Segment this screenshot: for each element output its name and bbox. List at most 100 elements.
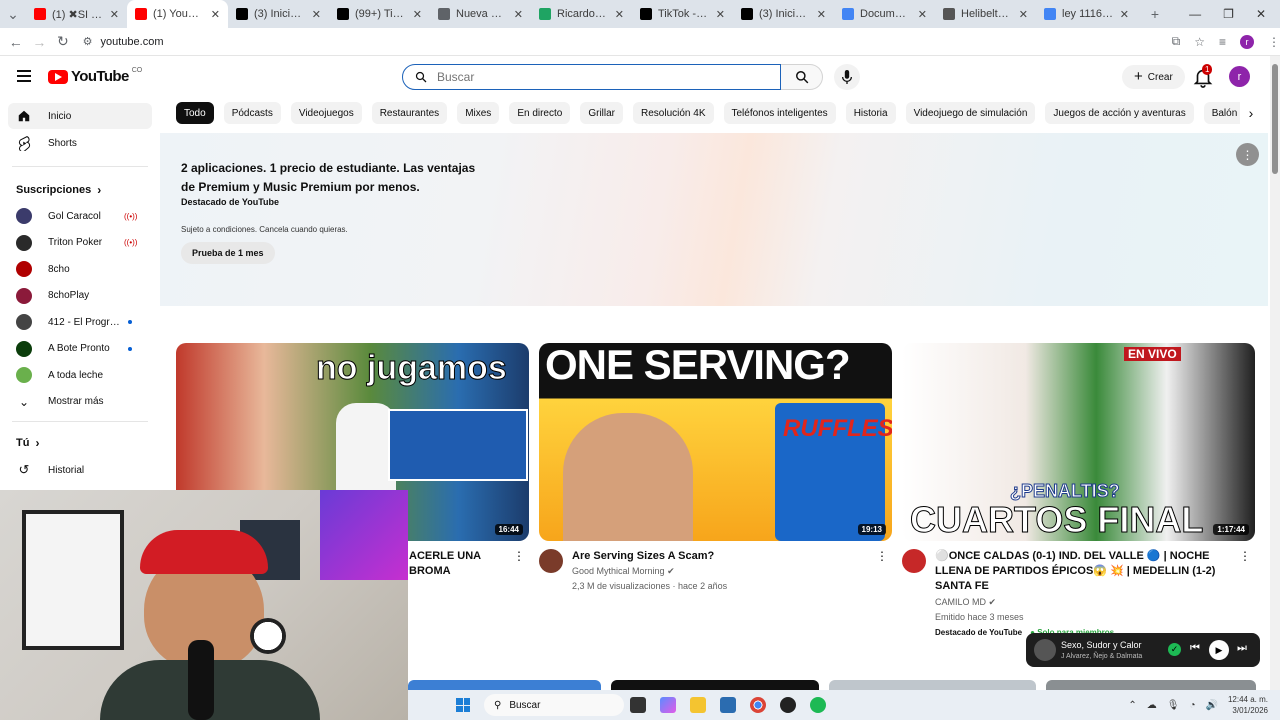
file-explorer-icon[interactable]: [690, 697, 706, 713]
cloud-icon[interactable]: ☁: [1147, 700, 1157, 711]
close-tab-icon[interactable]: ✕: [817, 8, 826, 21]
tab-search-icon[interactable]: ⌄: [0, 2, 26, 26]
music-mini-player[interactable]: Sexo, Sudor y Calor J Alvarez, Ñejo & Da…: [1026, 633, 1260, 667]
filter-chip[interactable]: Pódcasts: [223, 102, 281, 124]
chevron-right-icon[interactable]: ›: [1240, 102, 1262, 124]
volume-icon[interactable]: 🔊: [1206, 700, 1218, 711]
browser-tab[interactable]: (1) ✖SI TE RÍE ✕: [26, 0, 127, 28]
windows-start-icon[interactable]: [456, 698, 470, 712]
search-button[interactable]: [781, 64, 823, 90]
browser-tab[interactable]: ley 1116 de 20 ✕: [1036, 0, 1137, 28]
browser-tab[interactable]: RicardoEscobar ✕: [531, 0, 632, 28]
video-card[interactable]: ONE SERVING? RUFFLES 19:13 Are Serving S…: [539, 343, 892, 594]
install-icon[interactable]: ⧉: [1172, 34, 1181, 49]
new-tab-button[interactable]: +: [1143, 2, 1167, 26]
account-avatar[interactable]: r: [1229, 66, 1250, 87]
close-tab-icon[interactable]: ✕: [110, 8, 119, 21]
liked-check-icon[interactable]: ✓: [1168, 643, 1181, 656]
browser-tab[interactable]: TikTok - Make ✕: [632, 0, 733, 28]
sidebar-item-historial[interactable]: ↺ Historial: [0, 457, 160, 484]
video-menu-icon[interactable]: ⋮: [513, 549, 525, 563]
filter-chip[interactable]: Resolución 4K: [633, 102, 714, 124]
video-menu-icon[interactable]: ⋮: [876, 549, 888, 563]
search-box[interactable]: [402, 64, 781, 90]
subscription-item[interactable]: A Bote Pronto: [0, 336, 160, 363]
create-button[interactable]: + Crear: [1122, 65, 1185, 89]
reading-list-icon[interactable]: ≡: [1219, 35, 1226, 49]
close-tab-icon[interactable]: ✕: [312, 8, 321, 21]
video-thumbnail[interactable]: [1046, 680, 1256, 690]
video-title[interactable]: Are Serving Sizes A Scam?: [572, 549, 872, 564]
bookmark-star-icon[interactable]: ☆: [1194, 35, 1205, 49]
youtube-logo[interactable]: YouTube CO: [48, 67, 142, 85]
more-options-icon[interactable]: ⋮: [1236, 143, 1259, 166]
search-input[interactable]: [437, 70, 737, 84]
subscription-item[interactable]: 8choPlay: [0, 283, 160, 310]
video-thumbnail[interactable]: [829, 680, 1036, 690]
subscription-item[interactable]: Gol Caracol ((•)): [0, 203, 160, 230]
video-thumbnail[interactable]: [408, 680, 601, 690]
task-view-icon[interactable]: [630, 697, 646, 713]
channel-name[interactable]: CAMILO MD: [935, 597, 986, 607]
next-track-icon[interactable]: ⏭: [1237, 642, 1247, 655]
filter-chip[interactable]: En directo: [509, 102, 571, 124]
minimize-icon[interactable]: —: [1189, 7, 1201, 21]
spotify-icon[interactable]: [810, 697, 826, 713]
browser-menu-icon[interactable]: ⋮: [1268, 35, 1280, 49]
browser-tab[interactable]: Nueva pestaña ✕: [430, 0, 531, 28]
reload-icon[interactable]: ↻: [51, 30, 75, 54]
subscription-item[interactable]: 412 - El Program...: [0, 309, 160, 336]
profile-avatar[interactable]: r: [1240, 34, 1254, 49]
chrome-icon[interactable]: [750, 697, 766, 713]
browser-tab[interactable]: Documento sin ✕: [834, 0, 935, 28]
channel-avatar[interactable]: [902, 549, 926, 573]
forward-icon[interactable]: →: [28, 30, 52, 54]
wifi-icon[interactable]: ◔: [1189, 700, 1195, 711]
show-more-button[interactable]: ⌄ Mostrar más: [0, 389, 160, 416]
taskbar-search[interactable]: ⚲ Buscar: [484, 694, 624, 716]
you-heading[interactable]: Tú ›: [0, 430, 160, 456]
filter-chip[interactable]: Mixes: [457, 102, 500, 124]
address-bar[interactable]: ⚙ youtube.com: [83, 30, 1172, 54]
channel-name[interactable]: Good Mythical Morning: [572, 566, 665, 576]
mic-icon[interactable]: 🎙: [1167, 700, 1180, 711]
video-title[interactable]: ⚪ONCE CALDAS (0-1) IND. DEL VALLE 🔵 | NO…: [935, 549, 1235, 594]
browser-tab[interactable]: (3) Inicio / X ✕: [733, 0, 834, 28]
browser-tab[interactable]: (3) Inicio / X ✕: [228, 0, 329, 28]
subscription-item[interactable]: 8cho: [0, 256, 160, 283]
close-tab-icon[interactable]: ✕: [514, 8, 523, 21]
channel-avatar[interactable]: [539, 549, 563, 573]
filter-chip[interactable]: Todo: [176, 102, 214, 124]
video-thumbnail[interactable]: EN VIVO ¿PENALTIS? CUARTOS FINAL 1:17:44: [902, 343, 1255, 541]
subscription-item[interactable]: A toda leche: [0, 362, 160, 389]
video-card[interactable]: EN VIVO ¿PENALTIS? CUARTOS FINAL 1:17:44…: [902, 343, 1255, 640]
voice-search-button[interactable]: [834, 64, 860, 90]
filter-chip[interactable]: Grillar: [580, 102, 624, 124]
back-icon[interactable]: ←: [4, 30, 28, 54]
play-button-icon[interactable]: ▶: [1209, 640, 1229, 660]
close-tab-icon[interactable]: ✕: [211, 8, 220, 21]
close-window-icon[interactable]: ✕: [1256, 7, 1266, 21]
filter-chip[interactable]: Restaurantes: [371, 102, 448, 124]
site-info-icon[interactable]: ⚙: [83, 35, 93, 48]
close-tab-icon[interactable]: ✕: [1120, 8, 1129, 21]
store-icon[interactable]: [720, 697, 736, 713]
filter-chip[interactable]: Historia: [845, 102, 896, 124]
close-tab-icon[interactable]: ✕: [918, 8, 927, 21]
video-thumbnail[interactable]: [611, 680, 819, 690]
sidebar-item-shorts[interactable]: Shorts: [8, 130, 152, 156]
filter-chip[interactable]: Videojuegos: [290, 102, 362, 124]
clock[interactable]: 12:44 a. m. 3/01/2026: [1228, 694, 1268, 716]
sidebar-item-inicio[interactable]: Inicio: [8, 103, 152, 129]
filter-chip[interactable]: Teléfonos inteligentes: [723, 102, 836, 124]
close-tab-icon[interactable]: ✕: [413, 8, 422, 21]
close-tab-icon[interactable]: ✕: [1019, 8, 1028, 21]
browser-tab[interactable]: Helibelton Pala ✕: [935, 0, 1036, 28]
subscription-item[interactable]: Triton Poker ((•)): [0, 230, 160, 257]
browser-tab[interactable]: (99+) TikTok - M ✕: [329, 0, 430, 28]
menu-hamburger-icon[interactable]: [17, 70, 31, 85]
filter-chip[interactable]: Videojuego de simulación: [905, 102, 1036, 124]
subscriptions-heading[interactable]: Suscripciones ›: [0, 177, 160, 203]
previous-track-icon[interactable]: ⏮: [1190, 642, 1200, 655]
close-tab-icon[interactable]: ✕: [615, 8, 624, 21]
